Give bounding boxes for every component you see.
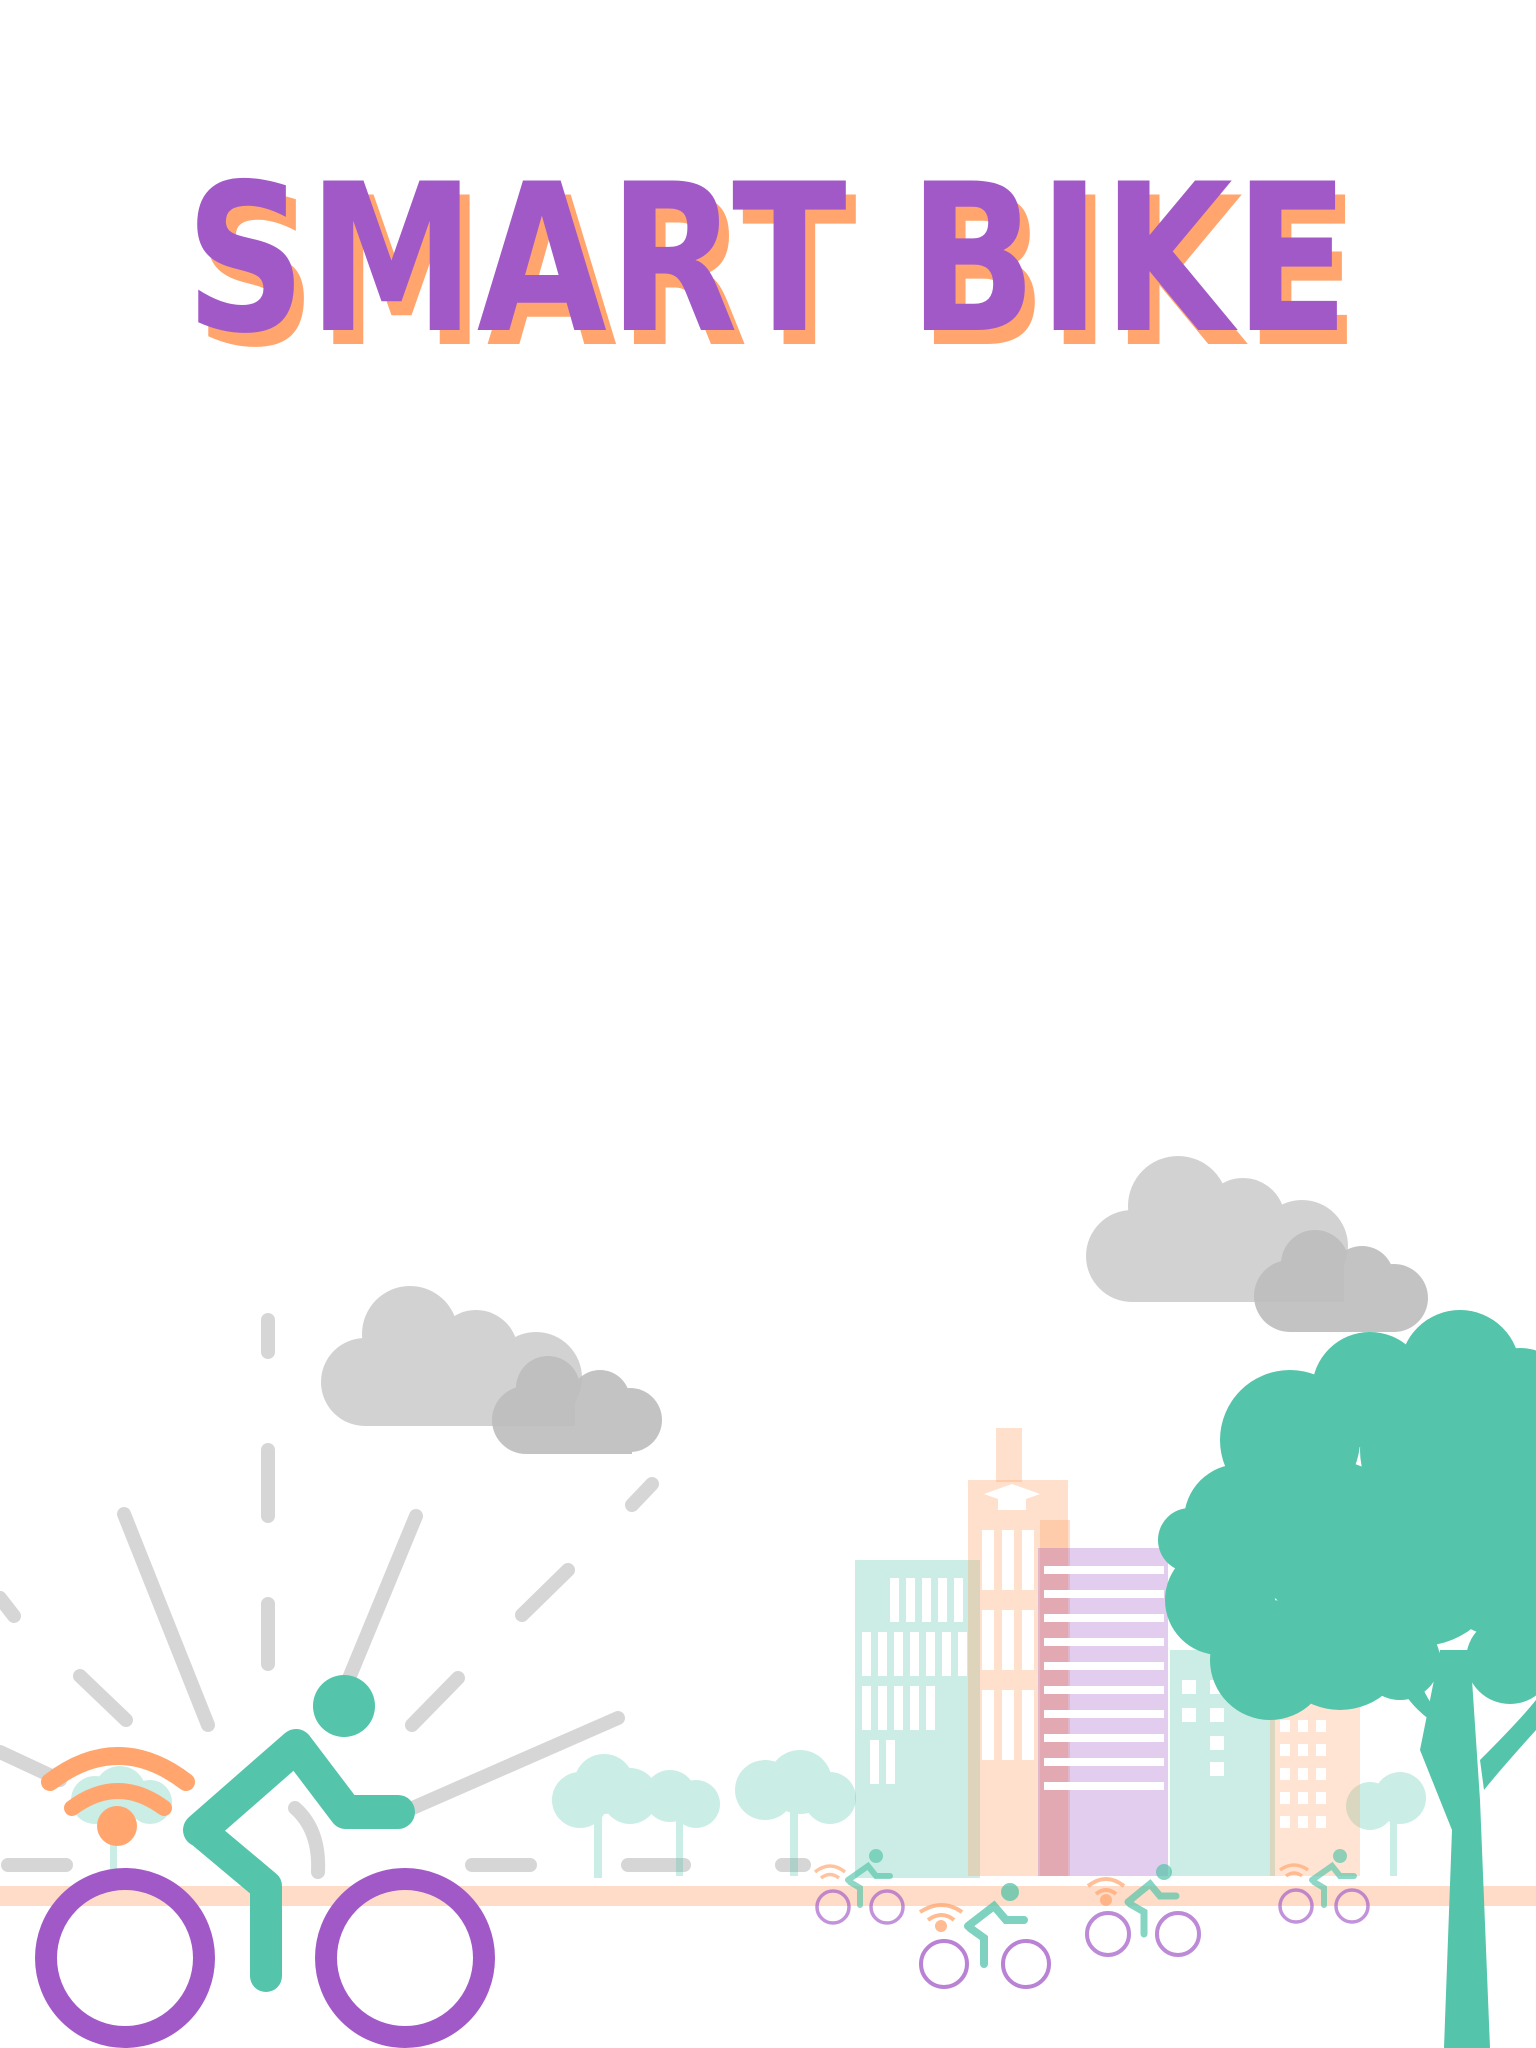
title-text: SMART BIKE — [185, 141, 1351, 379]
tree-icon — [1158, 1310, 1536, 2048]
poster: SMART BIKE SMART BIKE — [0, 0, 1536, 2048]
wifi-signal-icon — [813, 1864, 847, 1880]
city-illustration — [0, 1156, 1536, 2048]
wifi-signal-icon — [918, 1903, 964, 1932]
road — [0, 1886, 1536, 1906]
cloud-icon — [321, 1286, 662, 1454]
title: SMART BIKE SMART BIKE — [0, 140, 1536, 393]
cloud-icon — [1086, 1156, 1428, 1332]
cyclist-icon — [1085, 1864, 1201, 1957]
